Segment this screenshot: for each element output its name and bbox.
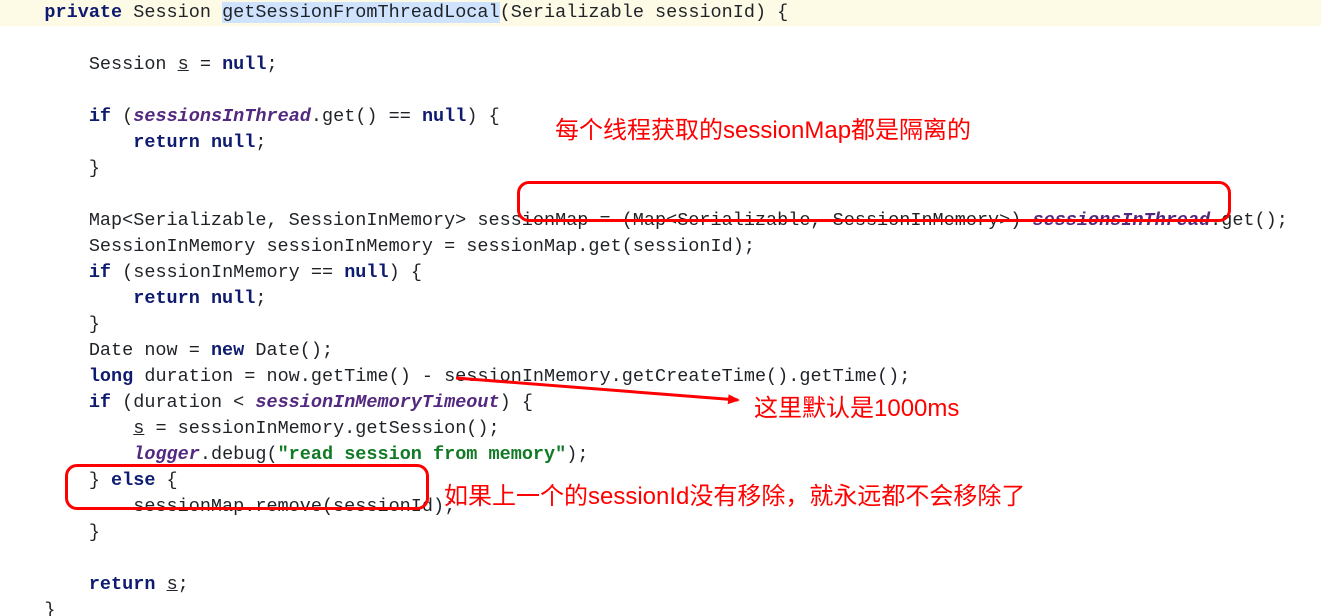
annotation-2: 这里默认是1000ms	[754, 388, 959, 423]
annotation-3: 如果上一个的sessionId没有移除，就永远都不会移除了	[444, 476, 1025, 511]
annotation-1: 每个线程获取的sessionMap都是隔离的	[555, 110, 971, 145]
code-block: private Session getSessionFromThreadLoca…	[0, 0, 1321, 616]
code-screenshot: private Session getSessionFromThreadLoca…	[0, 0, 1321, 616]
